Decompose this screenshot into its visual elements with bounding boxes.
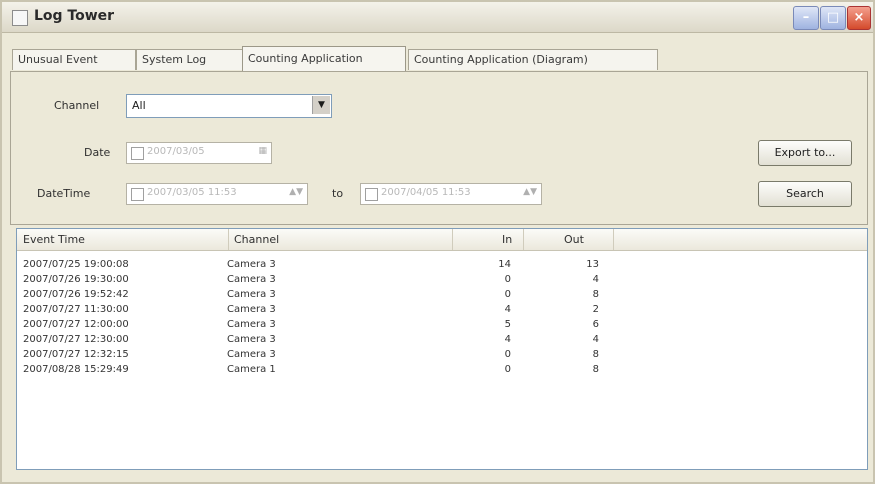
window-bottom-border	[2, 474, 873, 482]
event-time-cell: 2007/07/27 12:30:00	[23, 334, 129, 345]
col-channel[interactable]: Channel	[228, 229, 453, 250]
log-tower-window: Log Tower – □ × Unusual Event System Log…	[0, 0, 875, 484]
in-cell: 4	[504, 334, 511, 345]
event-time-cell: 2007/08/28 15:29:49	[23, 364, 129, 375]
in-cell: 14	[498, 259, 511, 270]
table-row[interactable]: 2007/07/27 12:32:15 Camera 3 0 8	[17, 349, 637, 364]
out-cell: 8	[592, 364, 599, 375]
event-table[interactable]: Event Time Channel In Out 2007/07/25 19:…	[16, 228, 868, 470]
out-cell: 4	[592, 334, 599, 345]
out-cell: 6	[592, 319, 599, 330]
datetime-to-picker[interactable]: 2007/04/05 11:53 ▲▼	[360, 183, 542, 205]
table-header: Event Time Channel In Out	[17, 229, 867, 251]
in-cell: 0	[504, 349, 511, 360]
col-out[interactable]: Out	[524, 229, 614, 250]
tab-counting-application[interactable]: Counting Application	[242, 46, 406, 71]
channel-cell: Camera 3	[227, 304, 276, 315]
datetime-from-checkbox[interactable]	[131, 188, 144, 201]
table-row[interactable]: 2007/08/28 15:29:49 Camera 1 0 8	[17, 364, 637, 379]
channel-label: Channel	[54, 99, 100, 112]
maximize-icon: □	[826, 10, 840, 25]
in-cell: 5	[504, 319, 511, 330]
tab-system-log[interactable]: System Log	[136, 49, 248, 70]
datetime-to-value: 2007/04/05 11:53	[381, 187, 471, 198]
maximize-button[interactable]: □	[820, 6, 846, 30]
out-cell: 4	[592, 274, 599, 285]
event-time-cell: 2007/07/27 12:32:15	[23, 349, 129, 360]
datetime-from-picker[interactable]: 2007/03/05 11:53 ▲▼	[126, 183, 308, 205]
out-cell: 2	[592, 304, 599, 315]
date-label: Date	[84, 146, 111, 159]
chevron-down-icon[interactable]: ▼	[312, 96, 330, 114]
tab-counting-application-diagram[interactable]: Counting Application (Diagram)	[408, 49, 658, 70]
to-label: to	[332, 187, 344, 200]
export-button[interactable]: Export to...	[758, 140, 852, 166]
datetime-label: DateTime	[37, 187, 91, 200]
date-checkbox[interactable]	[131, 147, 144, 160]
channel-cell: Camera 3	[227, 274, 276, 285]
event-time-cell: 2007/07/27 12:00:00	[23, 319, 129, 330]
minimize-icon: –	[802, 10, 810, 25]
datetime-from-value: 2007/03/05 11:53	[147, 187, 237, 198]
table-row[interactable]: 2007/07/26 19:30:00 Camera 3 0 4	[17, 274, 637, 289]
spinner-icon[interactable]: ▲▼	[523, 187, 537, 197]
in-cell: 0	[504, 289, 511, 300]
title-bar[interactable]: Log Tower – □ ×	[2, 2, 873, 33]
calendar-icon[interactable]: ▦	[258, 146, 267, 156]
channel-cell: Camera 3	[227, 334, 276, 345]
search-button[interactable]: Search	[758, 181, 852, 207]
out-cell: 8	[592, 349, 599, 360]
channel-cell: Camera 1	[227, 364, 276, 375]
channel-cell: Camera 3	[227, 319, 276, 330]
channel-cell: Camera 3	[227, 349, 276, 360]
close-button[interactable]: ×	[847, 6, 871, 30]
in-cell: 0	[504, 364, 511, 375]
event-time-cell: 2007/07/27 11:30:00	[23, 304, 129, 315]
spinner-icon[interactable]: ▲▼	[289, 187, 303, 197]
out-cell: 13	[586, 259, 599, 270]
channel-cell: Camera 3	[227, 259, 276, 270]
table-row[interactable]: 2007/07/27 12:00:00 Camera 3 5 6	[17, 319, 637, 334]
in-cell: 4	[504, 304, 511, 315]
date-value: 2007/03/05	[147, 146, 205, 157]
channel-cell: Camera 3	[227, 289, 276, 300]
event-time-cell: 2007/07/26 19:30:00	[23, 274, 129, 285]
channel-select[interactable]: All ▼	[126, 94, 332, 118]
table-row[interactable]: 2007/07/25 19:00:08 Camera 3 14 13	[17, 259, 637, 274]
app-icon	[12, 10, 28, 26]
out-cell: 8	[592, 289, 599, 300]
table-row[interactable]: 2007/07/26 19:52:42 Camera 3 0 8	[17, 289, 637, 304]
table-row[interactable]: 2007/07/27 12:30:00 Camera 3 4 4	[17, 334, 637, 349]
datetime-to-checkbox[interactable]	[365, 188, 378, 201]
close-icon: ×	[853, 10, 865, 25]
channel-select-value: All	[132, 99, 146, 112]
event-time-cell: 2007/07/25 19:00:08	[23, 259, 129, 270]
minimize-button[interactable]: –	[793, 6, 819, 30]
window-title: Log Tower	[34, 8, 115, 24]
in-cell: 0	[504, 274, 511, 285]
col-event-time[interactable]: Event Time	[17, 229, 229, 250]
table-row[interactable]: 2007/07/27 11:30:00 Camera 3 4 2	[17, 304, 637, 319]
col-in[interactable]: In	[452, 229, 524, 250]
date-picker[interactable]: 2007/03/05 ▦	[126, 142, 272, 164]
event-time-cell: 2007/07/26 19:52:42	[23, 289, 129, 300]
tab-unusual-event[interactable]: Unusual Event	[12, 49, 136, 70]
